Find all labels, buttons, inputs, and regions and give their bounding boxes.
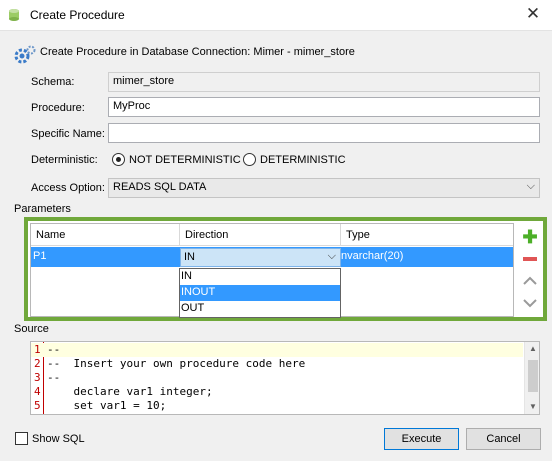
code-text: -- <box>47 343 61 356</box>
source-section-label: Source <box>14 323 49 335</box>
specific-name-input[interactable] <box>108 123 540 143</box>
schema-label: Schema: <box>31 76 75 88</box>
radio-not-deterministic[interactable]: NOT DETERMINISTIC <box>112 153 241 166</box>
column-header-type[interactable]: Type <box>341 224 513 246</box>
window-title: Create Procedure <box>30 8 125 22</box>
title-bar: Create Procedure ✕ <box>0 0 552 31</box>
checkbox-box <box>15 432 28 445</box>
column-header-direction[interactable]: Direction <box>180 224 341 246</box>
database-icon <box>9 9 19 21</box>
chevron-down-icon: ⌵ <box>327 250 336 262</box>
schema-field: mimer_store <box>108 72 540 92</box>
code-line[interactable]: 5 set var1 = 10; <box>31 399 523 413</box>
line-number: 5 <box>34 399 41 412</box>
radio-label: DETERMINISTIC <box>260 153 346 166</box>
code-text: declare var1 integer; <box>47 385 213 398</box>
code-text: set var1 = 10; <box>47 399 167 412</box>
access-option-select[interactable]: READS SQL DATA ⌵ <box>108 178 540 198</box>
radio-selected-indicator <box>112 153 125 166</box>
code-line[interactable]: 2 -- Insert your own procedure code here <box>31 357 523 371</box>
radio-indicator <box>243 153 256 166</box>
line-number: 1 <box>34 343 41 356</box>
specific-name-label: Specific Name: <box>31 128 105 140</box>
param-name-cell[interactable]: P1 <box>33 250 46 262</box>
code-line[interactable]: 4 declare var1 integer; <box>31 385 523 399</box>
direction-value: IN <box>184 251 195 263</box>
dropdown-option-out[interactable]: OUT <box>180 301 340 317</box>
show-sql-label: Show SQL <box>32 432 85 445</box>
chevron-down-icon: ⌵ <box>526 180 535 192</box>
direction-combobox[interactable]: IN ⌵ <box>180 248 341 267</box>
radio-deterministic[interactable]: DETERMINISTIC <box>243 153 346 166</box>
scroll-down-icon[interactable]: ▼ <box>525 400 539 414</box>
procedure-label: Procedure: <box>31 102 85 114</box>
add-icon[interactable]: ✚ <box>518 227 542 247</box>
dropdown-option-in[interactable]: IN <box>180 269 340 285</box>
source-code-editor[interactable]: 1 -- 2 -- Insert your own procedure code… <box>30 341 540 415</box>
access-option-label: Access Option: <box>31 182 105 194</box>
dropdown-option-inout[interactable]: INOUT <box>180 285 340 301</box>
move-down-icon[interactable] <box>518 293 542 313</box>
direction-dropdown-list[interactable]: IN INOUT OUT <box>179 268 341 318</box>
scroll-up-icon[interactable]: ▲ <box>525 342 539 356</box>
procedure-gear-icon <box>14 45 36 64</box>
code-line[interactable]: 1 -- <box>31 343 523 357</box>
code-line[interactable]: 3 -- <box>31 371 523 385</box>
radio-label: NOT DETERMINISTIC <box>129 153 241 166</box>
column-header-name[interactable]: Name <box>31 224 180 246</box>
line-number: 4 <box>34 385 41 398</box>
procedure-name-input[interactable]: MyProc <box>108 97 540 117</box>
move-up-icon[interactable] <box>518 271 542 291</box>
remove-icon[interactable] <box>518 249 542 269</box>
vertical-scrollbar[interactable]: ▲ ▼ <box>524 342 539 414</box>
code-text: -- Insert your own procedure code here <box>47 357 306 370</box>
access-option-value: READS SQL DATA <box>113 181 207 193</box>
cancel-button[interactable]: Cancel <box>466 428 541 450</box>
show-sql-checkbox[interactable]: Show SQL <box>15 432 85 445</box>
code-text: -- <box>47 371 61 384</box>
line-number: 3 <box>34 371 41 384</box>
execute-button[interactable]: Execute <box>384 428 459 450</box>
dialog-header: Create Procedure in Database Connection:… <box>40 46 355 58</box>
scroll-thumb[interactable] <box>528 360 538 392</box>
close-icon[interactable]: ✕ <box>520 3 546 27</box>
deterministic-label: Deterministic: <box>31 154 98 166</box>
line-number: 2 <box>34 357 41 370</box>
parameters-section-label: Parameters <box>14 203 71 215</box>
param-type-cell[interactable]: nvarchar(20) <box>341 250 403 262</box>
